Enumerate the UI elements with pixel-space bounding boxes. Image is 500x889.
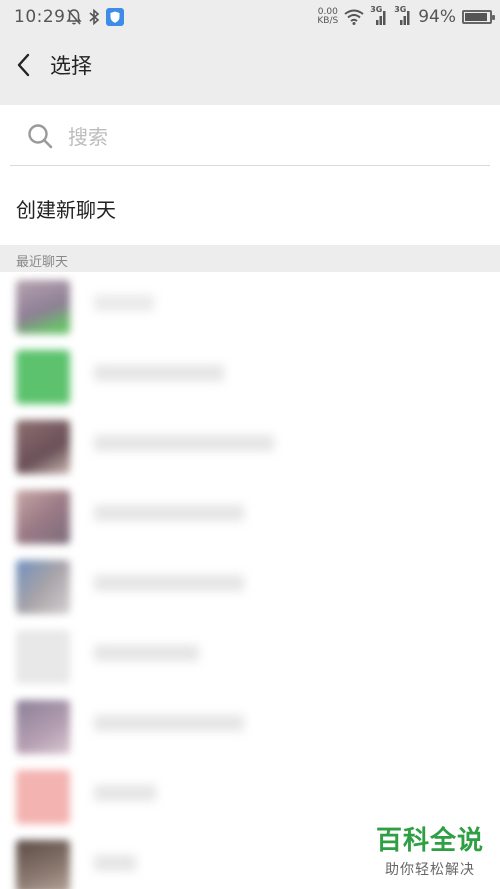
chat-name-blurred bbox=[94, 575, 244, 591]
bluetooth-icon bbox=[89, 8, 100, 26]
signal-bars-icon bbox=[376, 11, 386, 25]
avatar bbox=[16, 280, 70, 334]
battery-icon bbox=[462, 10, 495, 24]
status-bar: 10:29 0.00 KB/S 3G 3G 94% bbox=[0, 0, 500, 34]
watermark-subtitle: 助你轻松解决 bbox=[384, 862, 475, 878]
chat-name-blurred bbox=[94, 365, 224, 381]
chat-name-blurred bbox=[94, 505, 244, 521]
signal-1: 3G bbox=[370, 5, 388, 26]
avatar bbox=[16, 700, 70, 754]
avatar bbox=[16, 630, 70, 684]
list-item[interactable] bbox=[0, 622, 500, 692]
page-title: 选择 bbox=[50, 54, 92, 78]
search-input[interactable] bbox=[66, 121, 470, 153]
search-row[interactable] bbox=[0, 105, 500, 165]
title-bar: 选择 bbox=[0, 34, 500, 96]
battery-fill bbox=[465, 13, 488, 21]
search-card: 创建新聊天 bbox=[0, 105, 500, 245]
shield-app-icon bbox=[106, 8, 124, 26]
list-item[interactable] bbox=[0, 272, 500, 342]
watermark: 百科全说 助你轻松解决 bbox=[376, 820, 484, 879]
recent-chat-list bbox=[0, 272, 500, 889]
status-time: 10:29 bbox=[14, 7, 66, 27]
avatar bbox=[16, 490, 70, 544]
chat-name-blurred bbox=[94, 785, 156, 801]
avatar bbox=[16, 840, 70, 889]
net-speed-unit: KB/S bbox=[317, 16, 339, 26]
back-arrow-icon[interactable] bbox=[12, 51, 38, 79]
signal-2: 3G bbox=[394, 5, 412, 26]
net-speed: 0.00 KB/S bbox=[317, 8, 338, 26]
list-item[interactable] bbox=[0, 692, 500, 762]
battery-percent: 94% bbox=[418, 7, 456, 27]
avatar bbox=[16, 350, 70, 404]
status-icons-right: 0.00 KB/S 3G 3G 94% bbox=[317, 5, 495, 27]
recent-chats-header: 最近聊天 bbox=[0, 246, 500, 272]
create-new-chat-label: 创建新聊天 bbox=[16, 198, 116, 222]
avatar bbox=[16, 770, 70, 824]
wifi-icon bbox=[344, 9, 364, 25]
list-item[interactable] bbox=[0, 342, 500, 412]
bell-muted-icon bbox=[66, 9, 82, 25]
avatar bbox=[16, 420, 70, 474]
list-item[interactable] bbox=[0, 482, 500, 552]
chat-name-blurred bbox=[94, 715, 244, 731]
recent-chats-label: 最近聊天 bbox=[16, 255, 69, 270]
chat-name-blurred bbox=[94, 435, 274, 451]
create-new-chat-button[interactable]: 创建新聊天 bbox=[0, 166, 500, 245]
avatar bbox=[16, 560, 70, 614]
status-icons-left bbox=[66, 8, 124, 26]
chat-name-blurred bbox=[94, 645, 199, 661]
chat-name-blurred bbox=[94, 855, 136, 871]
search-icon bbox=[28, 124, 53, 149]
watermark-title: 百科全说 bbox=[375, 826, 484, 856]
signal-bars-icon bbox=[400, 11, 410, 25]
list-item[interactable] bbox=[0, 412, 500, 482]
chat-name-blurred bbox=[94, 295, 154, 311]
list-item[interactable] bbox=[0, 552, 500, 622]
